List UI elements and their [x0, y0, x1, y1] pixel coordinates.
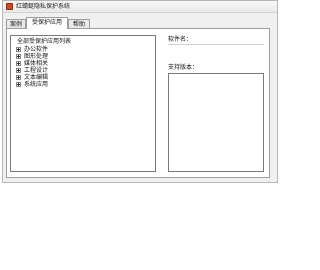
title-bar[interactable]: 红蜻蜓隐私保护系统 [3, 1, 277, 13]
app-logo-icon [6, 3, 13, 10]
tree-item-label: 图形处理 [24, 53, 49, 60]
expand-plus-icon[interactable] [16, 68, 21, 73]
tab-help[interactable]: 帮助 [68, 19, 90, 28]
tree-item-label: 文本编辑 [24, 74, 49, 81]
tab-cases[interactable]: 案例 [6, 19, 26, 28]
software-name-label: 软件名： [168, 36, 193, 43]
tree-item-label: 媒体相关 [24, 60, 49, 67]
tree-root-label[interactable]: 全部受保护应用列表 [17, 38, 71, 45]
expand-plus-icon[interactable] [16, 82, 21, 87]
tree-item-label: 系统应用 [24, 81, 49, 88]
tree-item-label: 工程设计 [24, 67, 49, 74]
software-name-field [168, 44, 264, 45]
supported-versions-label: 支持版本： [168, 64, 199, 71]
tab-protected-apps[interactable]: 受保护应用 [26, 17, 68, 29]
supported-versions-list[interactable] [168, 73, 264, 172]
expand-plus-icon[interactable] [16, 61, 21, 66]
window-title: 红蜻蜓隐私保护系统 [16, 3, 71, 10]
expand-plus-icon[interactable] [16, 75, 21, 80]
app-tree[interactable]: 全部受保护应用列表 办公软件 图形处理 媒体相关 工程设计 文本编辑 系统应用 [10, 35, 156, 172]
expand-plus-icon[interactable] [16, 47, 21, 52]
tree-item-label: 办公软件 [24, 46, 49, 53]
expand-plus-icon[interactable] [16, 54, 21, 59]
